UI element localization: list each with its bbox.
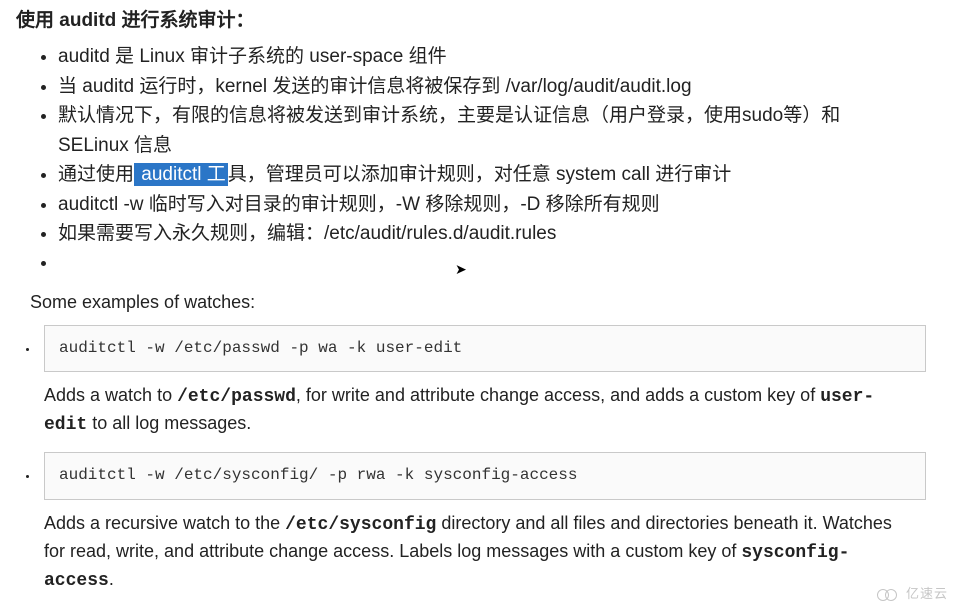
bullet-text: 当 auditd 运行时，kernel 发送的审计信息将被保存到 /var/lo… [58,76,692,97]
list-item: auditd 是 Linux 审计子系统的 user-space 组件 [58,42,944,71]
desc-text: Adds a recursive watch to the [44,513,285,533]
highlighted-text: auditctl 工 [134,163,228,186]
example-item: auditctl -w /etc/passwd -p wa -k user-ed… [38,325,944,439]
bullet-text: auditctl -w 临时写入对目录的审计规则，-W 移除规则，-D 移除所有… [58,194,660,215]
list-item [58,248,944,277]
desc-text: . [109,569,114,589]
watermark: 亿速云 [877,584,948,605]
list-item: 如果需要写入永久规则，编辑：/etc/audit/rules.d/audit.r… [58,219,944,248]
list-item: 默认情况下，有限的信息将被发送到审计系统，主要是认证信息（用户登录，使用sudo… [58,101,944,160]
page-heading: 使用 auditd 进行系统审计： [16,6,944,36]
bullet-text-post: 具，管理员可以添加审计规则，对任意 system call 进行审计 [228,164,732,185]
list-item: 当 auditd 运行时，kernel 发送的审计信息将被保存到 /var/lo… [58,72,944,101]
list-item: auditctl -w 临时写入对目录的审计规则，-W 移除规则，-D 移除所有… [58,190,944,219]
list-item: 通过使用 auditctl 工具，管理员可以添加审计规则，对任意 system … [58,160,944,189]
example-item: auditctl -w /etc/sysconfig/ -p rwa -k sy… [38,452,944,594]
desc-mono: /etc/passwd [177,387,296,407]
examples-list: auditctl -w /etc/passwd -p wa -k user-ed… [16,325,944,595]
watermark-logo-icon [877,588,903,602]
bullet-text: auditd 是 Linux 审计子系统的 user-space 组件 [58,46,447,67]
bullet-text-pre: 通过使用 [58,164,134,185]
bullet-text: 默认情况下，有限的信息将被发送到审计系统，主要是认证信息（用户登录，使用sudo… [58,105,840,155]
watermark-text: 亿速云 [906,584,948,605]
code-block: auditctl -w /etc/sysconfig/ -p rwa -k sy… [44,452,926,500]
examples-heading: Some examples of watches: [30,288,944,317]
example-description: Adds a watch to /etc/passwd, for write a… [44,382,916,438]
main-bullet-list: auditd 是 Linux 审计子系统的 user-space 组件 当 au… [16,42,944,278]
example-description: Adds a recursive watch to the /etc/sysco… [44,510,916,594]
desc-text: to all log messages. [87,413,251,433]
code-block: auditctl -w /etc/passwd -p wa -k user-ed… [44,325,926,373]
desc-text: Adds a watch to [44,385,177,405]
desc-text: , for write and attribute change access,… [296,385,820,405]
desc-mono: /etc/sysconfig [285,515,436,535]
bullet-text: 如果需要写入永久规则，编辑：/etc/audit/rules.d/audit.r… [58,223,556,244]
